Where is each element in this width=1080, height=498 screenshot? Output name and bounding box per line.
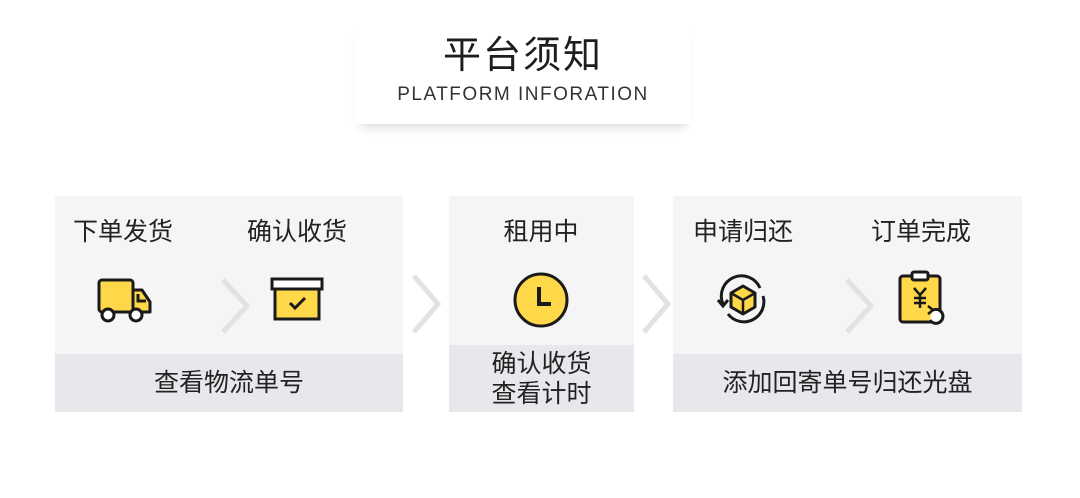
step-label: 申请归还 (692, 217, 793, 246)
bar-line-1: 确认收货 (491, 349, 592, 378)
box-icon (270, 277, 324, 321)
step-confirm-receipt: 确认收货 (227, 214, 367, 334)
step-place-order: 下单发货 (53, 214, 193, 334)
step-label: 确认收货 (246, 217, 347, 246)
page-subtitle: PLATFORM INFORATION (397, 84, 649, 105)
confirm-timer-bar: 确认收货 查看计时 (449, 345, 634, 412)
section-header: 平台须知 PLATFORM INFORATION (355, 22, 691, 124)
step-renting: 租用中 (471, 214, 611, 334)
step-label: 下单发货 (72, 217, 173, 246)
step-label: 租用中 (503, 217, 579, 246)
refund-clipboard-icon (898, 270, 945, 325)
track-shipment-bar: 查看物流单号 (55, 354, 403, 412)
clock-icon (513, 272, 569, 328)
bar-line-2: 查看计时 (491, 379, 592, 408)
return-tracking-bar: 添加回寄单号归还光盘 (673, 354, 1022, 412)
panel-return: 申请归还 订单完成 添加回寄单号归还光盘 (673, 196, 1022, 412)
panel-shipping: 下单发货 确认收货 查看物流单号 (55, 196, 403, 412)
page-title: 平台须知 (442, 33, 603, 77)
chevron-right-icon (412, 274, 442, 334)
return-cube-icon (716, 274, 766, 324)
panel-renting: 租用中 确认收货 查看计时 (449, 196, 634, 412)
truck-icon (97, 278, 152, 323)
step-order-complete: 订单完成 (851, 214, 991, 334)
step-request-return: 申请归还 (673, 214, 813, 334)
chevron-right-icon (642, 274, 672, 334)
step-label: 订单完成 (870, 217, 971, 246)
